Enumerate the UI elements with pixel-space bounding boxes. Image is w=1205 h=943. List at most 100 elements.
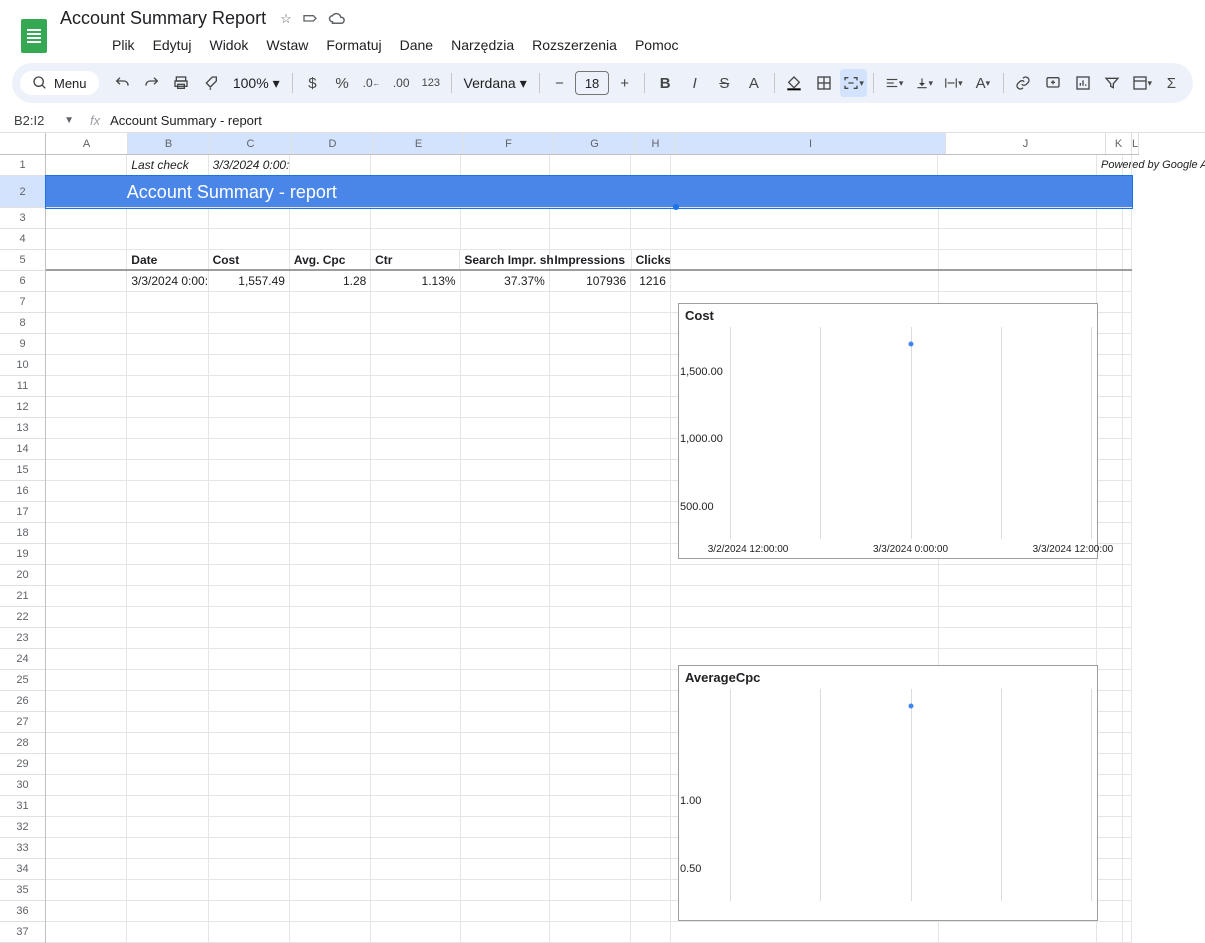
cell[interactable] — [1123, 880, 1132, 900]
row-header-21[interactable]: 21 — [0, 586, 45, 607]
cell[interactable] — [127, 292, 208, 312]
cell[interactable] — [1123, 250, 1132, 269]
cell[interactable] — [1123, 628, 1132, 648]
table-filter-button[interactable]: ▾ — [1128, 69, 1156, 97]
cell[interactable] — [371, 712, 460, 732]
cell[interactable] — [631, 712, 671, 732]
cell[interactable] — [290, 355, 371, 375]
cell[interactable] — [209, 670, 290, 690]
cell[interactable] — [290, 586, 371, 606]
cell[interactable] — [371, 523, 460, 543]
cell[interactable] — [939, 922, 1098, 942]
cell[interactable] — [290, 712, 371, 732]
cell[interactable] — [127, 502, 208, 522]
cell[interactable] — [550, 355, 631, 375]
cell[interactable] — [371, 544, 460, 564]
cell[interactable] — [1123, 292, 1132, 312]
cell[interactable] — [1123, 607, 1132, 627]
column-header-G[interactable]: G — [554, 133, 636, 154]
cell[interactable] — [1097, 271, 1123, 291]
row-header-20[interactable]: 20 — [0, 565, 45, 586]
cell[interactable] — [631, 922, 671, 942]
cell[interactable] — [371, 607, 460, 627]
cell[interactable] — [46, 460, 127, 480]
cell[interactable] — [127, 712, 208, 732]
percent-button[interactable]: % — [328, 69, 356, 97]
cell[interactable] — [209, 754, 290, 774]
cell[interactable] — [209, 922, 290, 942]
cell[interactable]: Cost — [209, 250, 290, 269]
cell[interactable] — [631, 502, 671, 522]
row-header-27[interactable]: 27 — [0, 712, 45, 733]
print-button[interactable] — [168, 69, 196, 97]
cell[interactable]: 1.13% — [371, 271, 460, 291]
cell[interactable] — [1097, 313, 1123, 333]
cell[interactable] — [1097, 838, 1123, 858]
cell[interactable] — [1097, 670, 1123, 690]
row-header-29[interactable]: 29 — [0, 754, 45, 775]
cell[interactable] — [631, 565, 671, 585]
cell[interactable] — [127, 628, 208, 648]
cell[interactable] — [1123, 670, 1132, 690]
cell[interactable] — [1123, 397, 1132, 417]
cell[interactable] — [1097, 397, 1123, 417]
cell[interactable] — [290, 649, 371, 669]
cell[interactable] — [550, 754, 631, 774]
cell[interactable] — [461, 565, 550, 585]
cell[interactable] — [1097, 250, 1123, 269]
cell[interactable] — [461, 544, 550, 564]
cell[interactable] — [209, 775, 290, 795]
row-header-17[interactable]: 17 — [0, 502, 45, 523]
decrease-font-button[interactable]: − — [546, 69, 574, 97]
cell[interactable] — [671, 565, 939, 585]
cell[interactable] — [550, 649, 631, 669]
cell[interactable] — [127, 397, 208, 417]
cell[interactable] — [371, 418, 460, 438]
cell[interactable] — [461, 418, 550, 438]
cell[interactable] — [46, 691, 127, 711]
cell[interactable] — [127, 922, 208, 942]
cell[interactable] — [371, 397, 460, 417]
cell[interactable] — [127, 544, 208, 564]
cell[interactable] — [290, 901, 371, 921]
cell[interactable] — [631, 229, 671, 249]
insert-comment-button[interactable] — [1039, 69, 1067, 97]
cell[interactable] — [550, 481, 631, 501]
cell[interactable] — [290, 460, 371, 480]
cell[interactable] — [461, 607, 550, 627]
vertical-align-button[interactable]: ▾ — [910, 69, 938, 97]
cell[interactable] — [127, 838, 208, 858]
cell[interactable] — [671, 607, 939, 627]
cell[interactable] — [46, 586, 127, 606]
row-header-12[interactable]: 12 — [0, 397, 45, 418]
cell[interactable] — [46, 439, 127, 459]
cell[interactable] — [127, 670, 208, 690]
cell[interactable] — [1123, 271, 1132, 291]
cell[interactable] — [631, 775, 671, 795]
cell[interactable] — [461, 155, 550, 175]
cell[interactable] — [371, 922, 460, 942]
cell[interactable] — [46, 155, 127, 175]
cell[interactable] — [631, 607, 671, 627]
cell[interactable] — [290, 838, 371, 858]
cell[interactable] — [671, 271, 939, 291]
cell[interactable] — [371, 880, 460, 900]
cell[interactable] — [461, 901, 550, 921]
cell[interactable] — [1097, 229, 1123, 249]
cell[interactable] — [127, 565, 208, 585]
cell[interactable] — [209, 334, 290, 354]
cell[interactable] — [46, 313, 127, 333]
cell[interactable] — [46, 292, 127, 312]
formula-bar[interactable]: Account Summary - report — [110, 113, 262, 128]
cell[interactable] — [371, 796, 460, 816]
cell[interactable] — [209, 460, 290, 480]
row-header-35[interactable]: 35 — [0, 880, 45, 901]
cell[interactable] — [46, 817, 127, 837]
cell[interactable] — [46, 334, 127, 354]
cell[interactable] — [671, 229, 939, 249]
cell[interactable] — [290, 418, 371, 438]
cell[interactable] — [631, 376, 671, 396]
column-header-L[interactable]: L — [1132, 133, 1139, 154]
cell[interactable] — [631, 817, 671, 837]
column-header-B[interactable]: B — [128, 133, 210, 154]
